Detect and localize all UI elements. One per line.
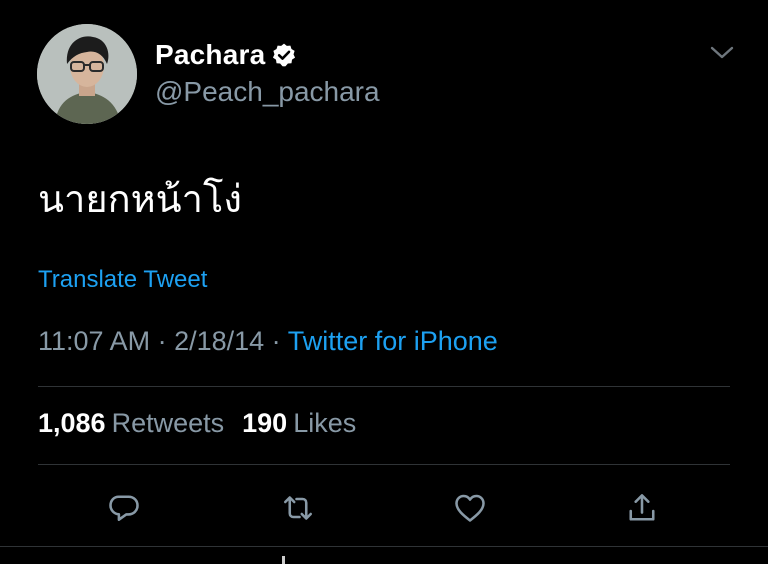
tweet-meta: 11:07 AM · 2/18/14 · Twitter for iPhone xyxy=(38,326,498,357)
display-name[interactable]: Pachara xyxy=(155,39,265,71)
meta-separator: · xyxy=(150,326,175,356)
retweets-count: 1,086 xyxy=(38,408,106,438)
avatar-image xyxy=(37,24,137,124)
chevron-down-icon[interactable] xyxy=(709,44,735,62)
retweets-stat[interactable]: 1,086 Retweets xyxy=(38,408,224,438)
tweet-time[interactable]: 11:07 AM xyxy=(38,326,150,356)
reply-icon[interactable] xyxy=(106,490,142,526)
retweet-icon[interactable] xyxy=(280,490,316,526)
share-icon[interactable] xyxy=(624,490,660,526)
user-handle[interactable]: @Peach_pachara xyxy=(155,76,380,108)
tweet-card: Pachara @Peach_pachara นายกหน้าโง่ Trans… xyxy=(0,0,768,564)
scroll-indicator xyxy=(282,556,285,564)
divider xyxy=(0,546,768,547)
meta-separator: · xyxy=(264,326,288,356)
likes-count: 190 xyxy=(242,408,288,438)
divider xyxy=(38,386,730,387)
tweet-text: นายกหน้าโง่ xyxy=(38,177,242,221)
divider xyxy=(38,464,730,465)
likes-stat[interactable]: 190 Likes xyxy=(242,408,356,438)
translate-tweet-link[interactable]: Translate Tweet xyxy=(38,266,207,294)
verified-badge-icon xyxy=(271,42,297,68)
tweet-stats: 1,086 Retweets 190 Likes xyxy=(38,408,356,439)
tweet-date[interactable]: 2/18/14 xyxy=(174,326,264,356)
tweet-source-link[interactable]: Twitter for iPhone xyxy=(288,326,498,356)
avatar[interactable] xyxy=(37,24,137,124)
likes-label: Likes xyxy=(293,408,357,438)
heart-icon[interactable] xyxy=(452,490,488,526)
display-name-row[interactable]: Pachara xyxy=(155,38,297,72)
retweets-label: Retweets xyxy=(111,408,225,438)
